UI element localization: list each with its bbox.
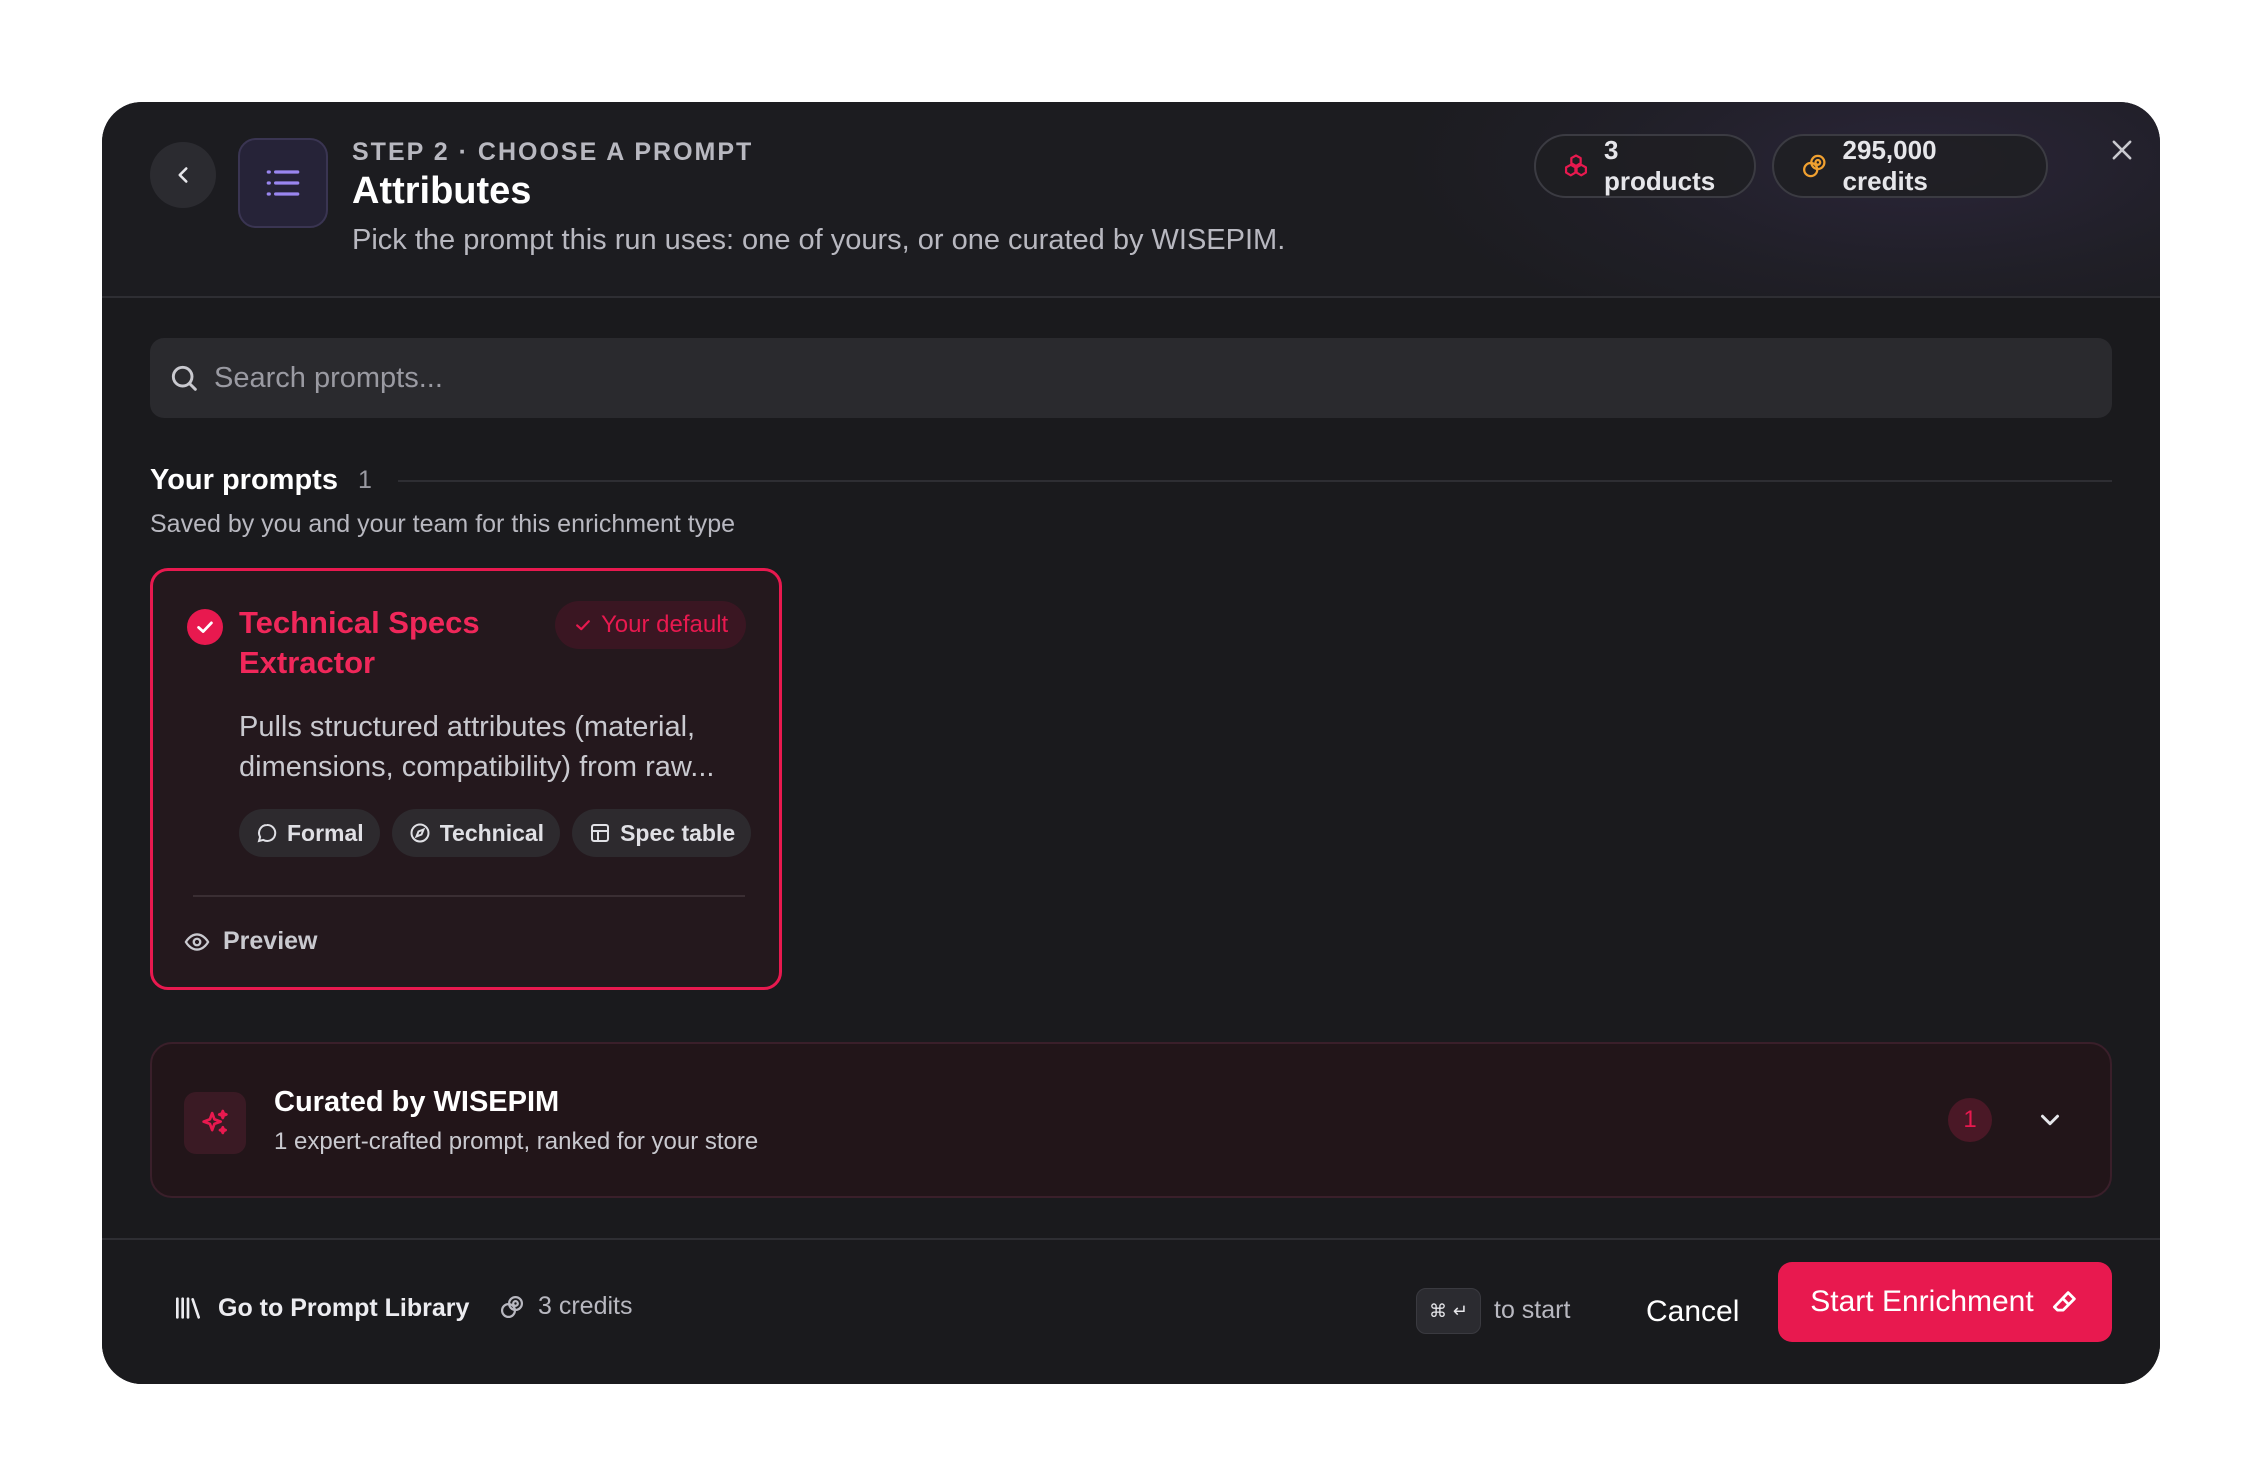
eraser-icon	[2052, 1291, 2076, 1312]
tag-technical: Technical	[391, 809, 561, 857]
compass-icon	[410, 823, 430, 843]
your-prompts-heading: Your prompts	[150, 464, 338, 496]
prompt-library-label: Go to Prompt Library	[218, 1293, 470, 1322]
preview-label: Preview	[223, 927, 318, 955]
curated-count-badge: 1	[1948, 1098, 1992, 1142]
coins-icon	[1803, 154, 1826, 178]
curated-subtitle: 1 expert-crafted prompt, ranked for your…	[274, 1128, 759, 1155]
run-cost-label: 3 credits	[538, 1292, 633, 1320]
credits-balance: 295,000 credits	[1842, 135, 1937, 196]
card-divider	[193, 895, 745, 897]
modal-header: STEP 2 · CHOOSE A PROMPT Attributes Pick…	[102, 102, 2160, 298]
close-icon	[2112, 140, 2132, 160]
keyboard-shortcut: ⌘ ↵	[1416, 1288, 1481, 1334]
page-title: Attributes	[352, 170, 532, 212]
curated-section[interactable]: Curated by WISEPIM 1 expert-crafted prom…	[150, 1042, 2112, 1198]
tag-label: Formal	[287, 819, 364, 846]
prompt-tags: Formal Technical Spec table	[239, 809, 752, 857]
shortcut-hint: to start	[1494, 1296, 1571, 1324]
step-label: STEP 2 · CHOOSE A PROMPT	[352, 138, 754, 166]
credits-pill: 295,000 credits	[1772, 134, 2048, 198]
cancel-button[interactable]: Cancel	[1632, 1282, 1753, 1342]
table-icon	[591, 824, 610, 842]
sparkles-icon	[202, 1109, 228, 1135]
start-enrichment-label: Start Enrichment	[1810, 1285, 2034, 1318]
selected-check	[187, 609, 223, 645]
your-prompts-count: 1	[358, 466, 372, 494]
search-bar	[150, 338, 2112, 418]
prompt-library-link[interactable]: Go to Prompt Library	[172, 1292, 469, 1324]
curated-title: Curated by WISEPIM	[274, 1086, 560, 1118]
check-icon	[197, 621, 213, 633]
back-button[interactable]	[150, 142, 216, 208]
default-badge: Your default	[555, 601, 747, 649]
start-enrichment-button[interactable]: Start Enrichment	[1778, 1262, 2112, 1342]
coins-icon	[500, 1295, 524, 1318]
check-icon	[576, 620, 590, 631]
prompt-title: Technical Specs Extractor	[239, 605, 480, 680]
tag-formal: Formal	[239, 809, 380, 857]
tag-label: Spec table	[620, 819, 736, 846]
products-pill: 3 products	[1534, 134, 1756, 198]
preview-button[interactable]: Preview	[183, 927, 318, 956]
speech-bubble-icon	[257, 823, 277, 843]
enrichment-modal: STEP 2 · CHOOSE A PROMPT Attributes Pick…	[102, 102, 2160, 1384]
run-cost: 3 credits	[498, 1292, 632, 1321]
list-icon	[266, 170, 300, 196]
enrichment-type-icon-tile	[238, 138, 328, 228]
curated-icon-tile	[184, 1092, 246, 1154]
search-icon	[171, 365, 197, 391]
page-subtitle: Pick the prompt this run uses: one of yo…	[352, 224, 1286, 256]
prompt-description: Pulls structured attributes (material, d…	[239, 711, 715, 783]
expand-toggle[interactable]	[2032, 1102, 2068, 1138]
eye-icon	[184, 932, 210, 951]
chevron-left-icon	[178, 167, 188, 183]
default-badge-label: Your default	[601, 611, 729, 638]
your-prompts-subtitle: Saved by you and your team for this enri…	[150, 510, 736, 538]
section-divider	[398, 480, 2112, 482]
close-button[interactable]	[2100, 128, 2144, 172]
tag-spec-table: Spec table	[572, 809, 752, 857]
search-input[interactable]	[214, 361, 2094, 395]
cubes-icon	[1564, 154, 1588, 177]
chevron-down-icon	[2041, 1114, 2059, 1126]
modal-footer: Go to Prompt Library 3 credits ⌘ ↵ to st…	[102, 1238, 2160, 1384]
products-count: 3 products	[1603, 135, 1716, 196]
library-icon	[176, 1297, 200, 1319]
tag-label: Technical	[439, 819, 545, 846]
prompt-card-selected[interactable]: Technical Specs Extractor Your default P…	[150, 568, 782, 990]
